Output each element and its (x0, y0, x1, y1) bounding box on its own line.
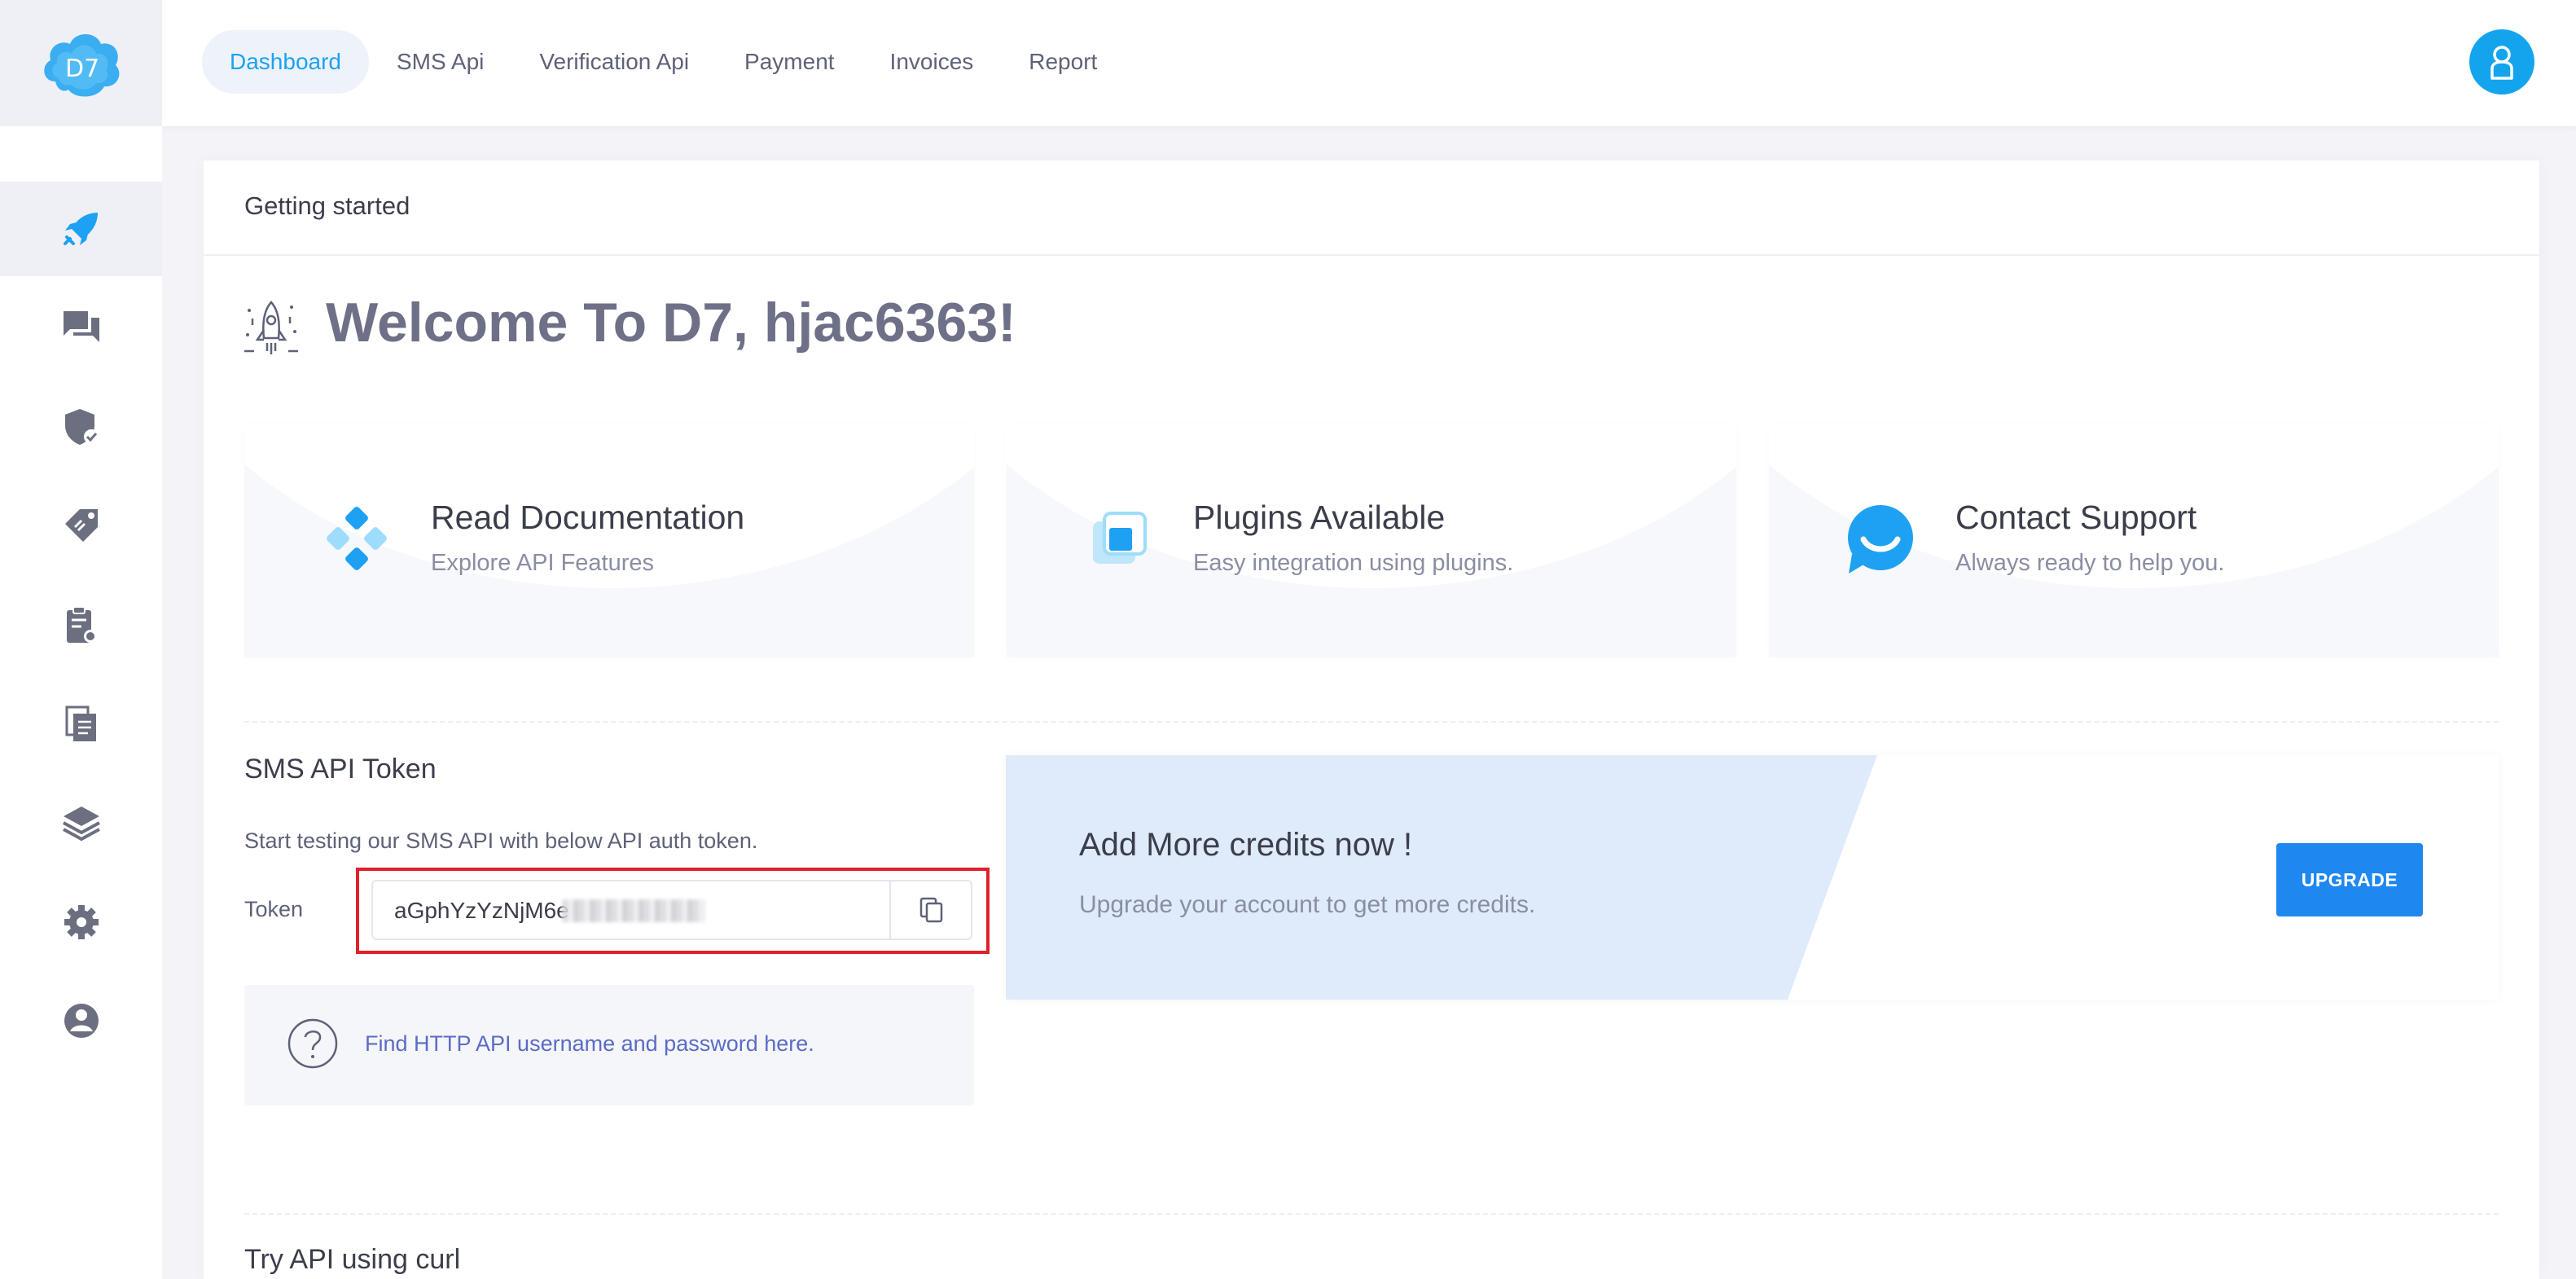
svg-text:D7: D7 (65, 55, 99, 83)
credits-band (1006, 755, 1877, 1000)
user-avatar-button[interactable] (2469, 29, 2534, 94)
feature-subtitle: Always ready to help you. (1955, 550, 2225, 576)
card-title: Getting started (244, 191, 410, 220)
nav-report[interactable]: Report (1001, 30, 1125, 94)
token-label: Token (244, 897, 304, 921)
http-api-credentials-link[interactable]: Find HTTP API username and password here… (365, 1031, 814, 1057)
welcome-heading: Welcome To D7, hjac6363! (326, 292, 1016, 354)
sidebar (0, 126, 162, 1279)
nav-payment[interactable]: Payment (717, 30, 862, 94)
clipboard-icon (66, 606, 97, 643)
documentation-icon (327, 507, 387, 570)
plugins-icon (1093, 512, 1147, 564)
help-box: Find HTTP API username and password here… (244, 985, 974, 1105)
sidebar-item-report[interactable] (0, 677, 162, 771)
getting-started-card: Getting started Welcome To D7, hjac6363!… (204, 160, 2539, 1279)
question-icon (287, 1018, 338, 1069)
user-icon (2490, 46, 2513, 80)
nav-dashboard[interactable]: Dashboard (202, 30, 369, 94)
logo-container[interactable]: D7 (0, 0, 162, 126)
section-divider (244, 721, 2499, 723)
sidebar-item-getting-started[interactable] (0, 182, 162, 276)
top-header: D7 Dashboard SMS Api Verification Api Pa… (0, 0, 2576, 126)
nav-invoices[interactable]: Invoices (862, 30, 1002, 94)
feature-contact-support[interactable]: Contact Support Always ready to help you… (1769, 425, 2499, 657)
rocket-launch-icon (244, 301, 298, 354)
feature-subtitle: Easy integration using plugins. (1193, 550, 1514, 576)
sidebar-item-payment[interactable] (0, 478, 162, 573)
nav-verification-api[interactable]: Verification Api (511, 30, 717, 94)
credits-subtitle: Upgrade your account to get more credits… (1079, 891, 1536, 918)
feature-plugins-available[interactable]: Plugins Available Easy integration using… (1007, 425, 1736, 657)
rocket-icon (63, 213, 98, 245)
sidebar-item-settings[interactable] (0, 875, 162, 969)
feature-read-documentation[interactable]: Read Documentation Explore API Features (244, 425, 974, 657)
documents-icon (65, 705, 96, 741)
sidebar-item-verification[interactable] (0, 380, 162, 474)
layers-icon (62, 807, 100, 841)
feature-subtitle: Explore API Features (431, 550, 655, 576)
copy-icon (919, 897, 943, 923)
credits-title: Add More credits now ! (1079, 827, 1413, 863)
curl-section-title: Try API using curl (244, 1244, 461, 1275)
tag-icon (64, 509, 98, 542)
nav-sms-api[interactable]: SMS Api (369, 30, 511, 94)
feature-title: Contact Support (1955, 499, 2197, 536)
top-nav: Dashboard SMS Api Verification Api Payme… (202, 30, 1125, 94)
section-divider (244, 1213, 2499, 1215)
add-credits-panel: Add More credits now ! Upgrade your acco… (1006, 755, 2499, 1000)
sidebar-item-support[interactable] (0, 974, 162, 1068)
copy-token-button[interactable] (889, 881, 972, 938)
shield-check-icon (64, 409, 99, 445)
sidebar-item-invoices[interactable] (0, 578, 162, 672)
sms-api-token-description: Start testing our SMS API with below API… (244, 828, 758, 853)
token-field[interactable]: aGphYzYzNjM6e (371, 880, 972, 940)
card-header: Getting started (204, 160, 2539, 256)
sms-api-token-title: SMS API Token (244, 754, 437, 785)
feature-title: Read Documentation (431, 499, 745, 536)
support-chat-icon (1848, 505, 1913, 574)
upgrade-button[interactable]: UPGRADE (2276, 843, 2423, 916)
token-value[interactable]: aGphYzYzNjM6e (394, 898, 569, 924)
sidebar-item-plugins[interactable] (0, 776, 162, 870)
support-icon (64, 1004, 99, 1038)
d7-logo: D7 (43, 33, 119, 97)
feature-title: Plugins Available (1193, 499, 1446, 536)
gear-icon (64, 905, 99, 939)
chat-icon (63, 311, 99, 342)
token-redacted (562, 899, 704, 922)
sidebar-item-sms[interactable] (0, 280, 162, 375)
